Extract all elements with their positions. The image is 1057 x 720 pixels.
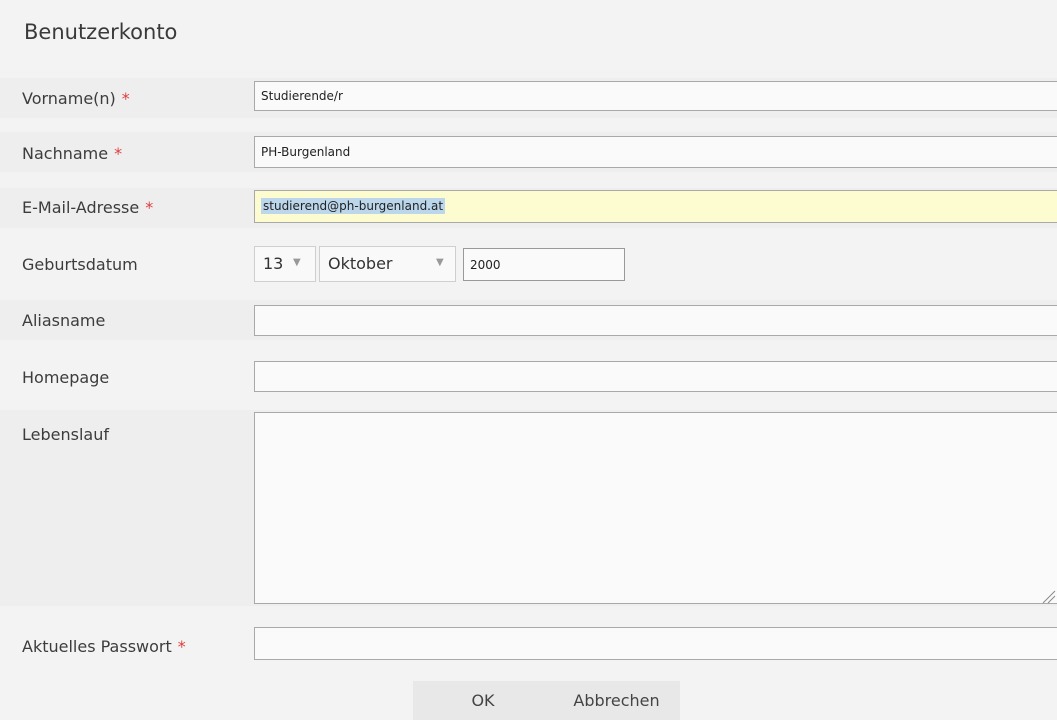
birth-month-value: Oktober	[328, 254, 393, 273]
required-marker: *	[114, 144, 123, 163]
birth-month-select[interactable]: Oktober ▼	[319, 246, 456, 282]
birth-year-input[interactable]: 2000	[463, 248, 625, 281]
email-value: studierend@ph-burgenland.at	[261, 198, 446, 214]
alias-input[interactable]	[254, 305, 1057, 336]
cv-textarea[interactable]	[254, 412, 1057, 604]
birthdate-label: Geburtsdatum	[22, 255, 138, 274]
birth-day-select[interactable]: 13 ▼	[254, 246, 316, 282]
alias-label: Aliasname	[22, 311, 106, 330]
current-password-label: Aktuelles Passwort *	[22, 637, 186, 656]
homepage-label: Homepage	[22, 368, 110, 387]
required-marker: *	[177, 637, 186, 656]
first-name-label: Vorname(n) *	[22, 89, 130, 108]
cv-label: Lebenslauf	[22, 425, 109, 444]
last-name-label: Nachname *	[22, 144, 123, 163]
ok-button[interactable]: OK	[413, 681, 553, 720]
email-input[interactable]: studierend@ph-burgenland.at	[254, 190, 1057, 223]
chevron-down-icon: ▼	[293, 257, 301, 268]
email-label: E-Mail-Adresse *	[22, 198, 154, 217]
current-password-input[interactable]	[254, 627, 1057, 660]
first-name-input[interactable]: Studierende/r	[254, 81, 1057, 111]
last-name-input[interactable]: PH-Burgenland	[254, 136, 1057, 168]
required-marker: *	[145, 198, 154, 217]
resize-grip-icon[interactable]	[1041, 589, 1057, 605]
required-marker: *	[121, 89, 130, 108]
cancel-button[interactable]: Abbrechen	[553, 681, 680, 720]
birth-day-value: 13	[263, 254, 284, 273]
chevron-down-icon: ▼	[436, 257, 444, 268]
homepage-input[interactable]	[254, 361, 1057, 392]
page-title: Benutzerkonto	[24, 20, 178, 44]
